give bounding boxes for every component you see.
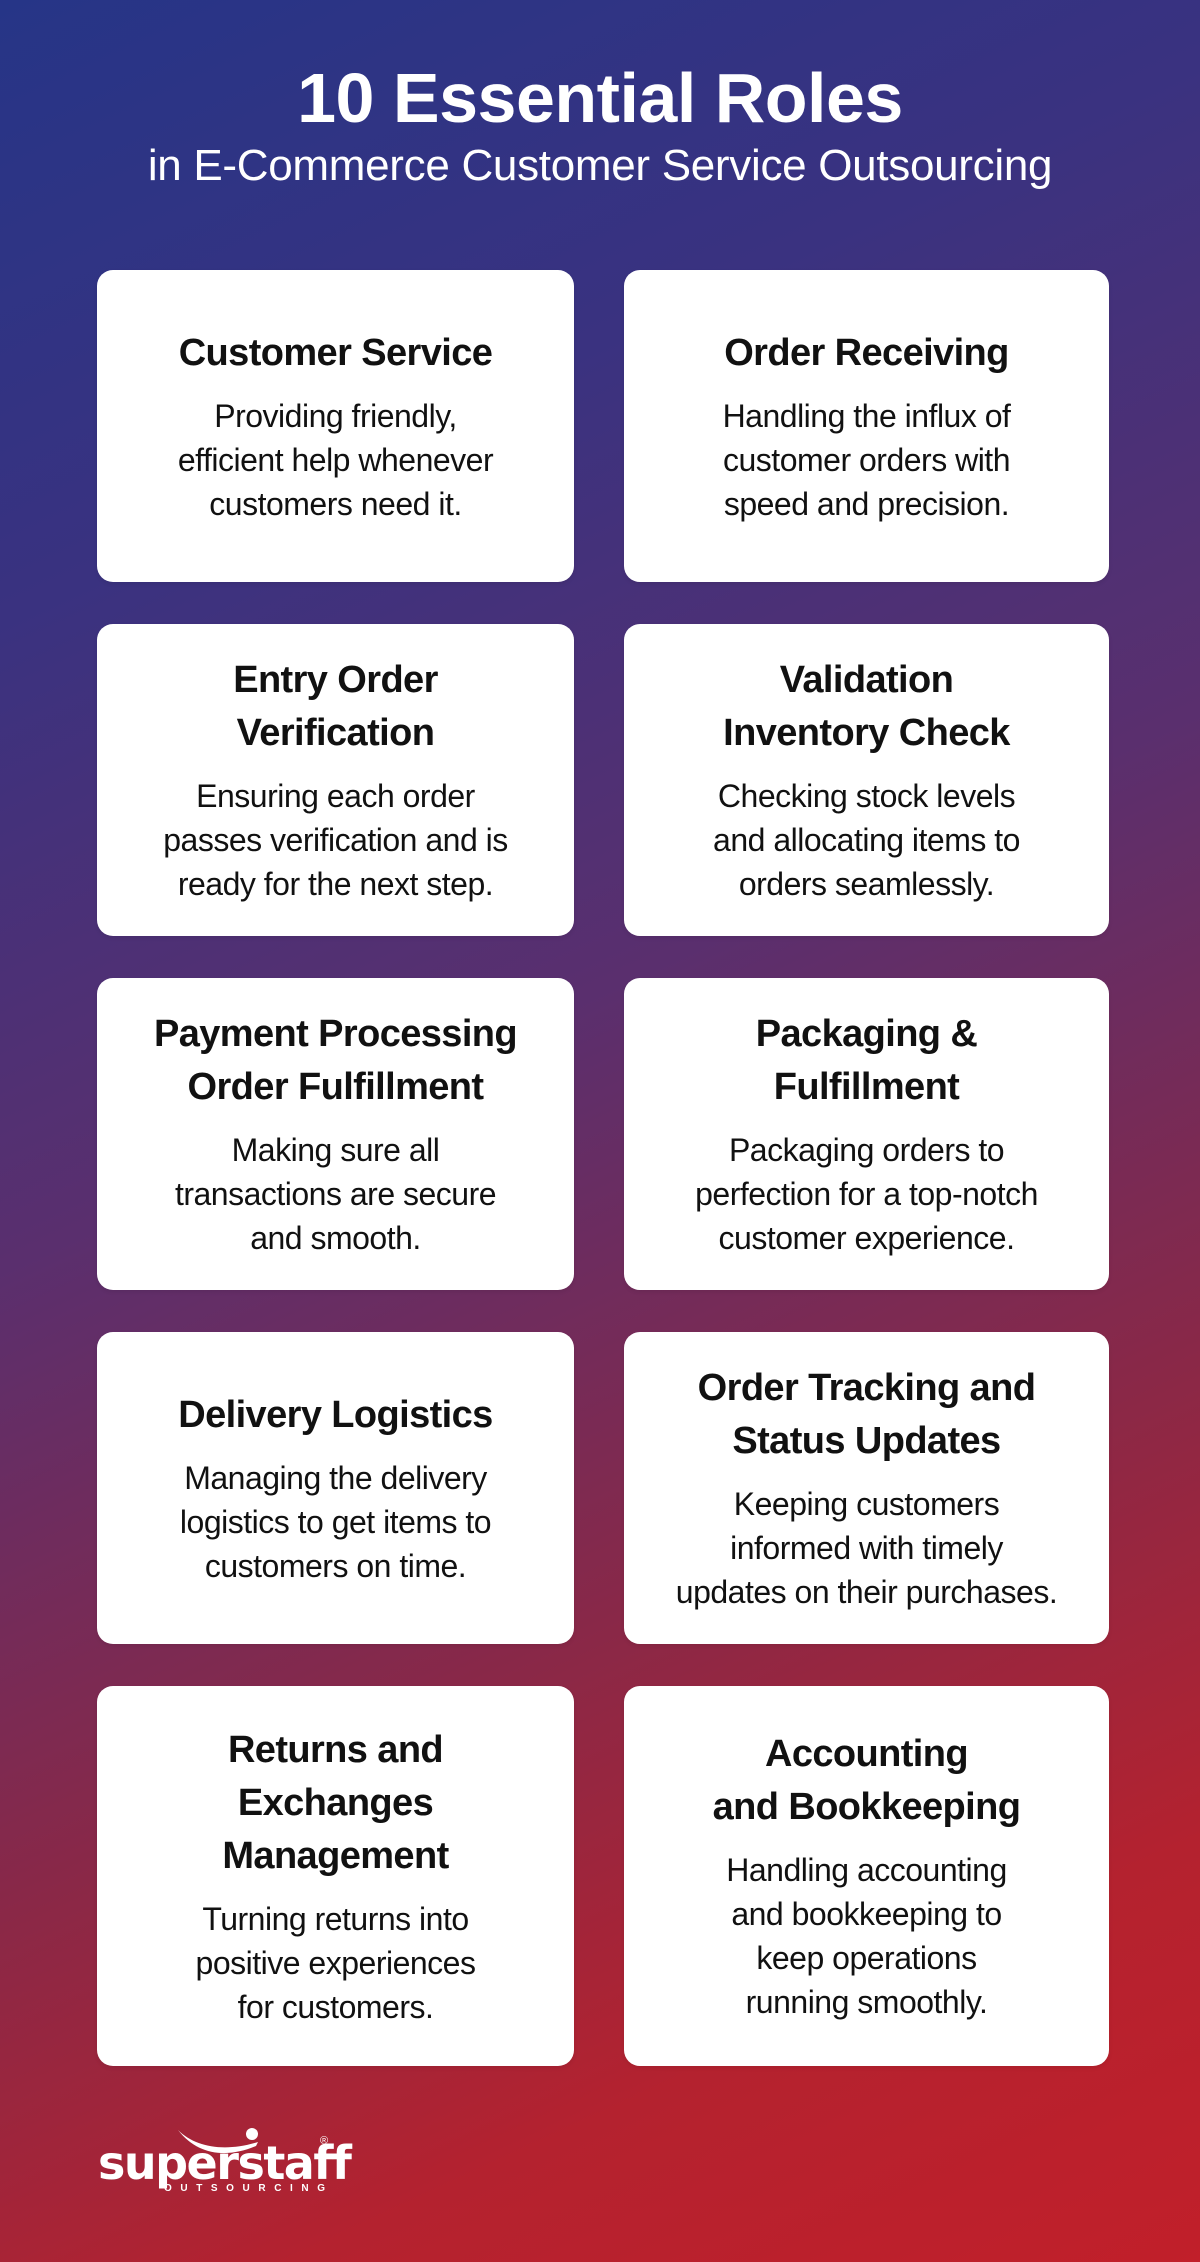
role-description-line: customer experience.	[718, 1220, 1015, 1256]
role-card: Returns and Exchanges Management Turning re…	[97, 1686, 574, 2066]
role-title-line: Delivery Logistics	[178, 1393, 493, 1436]
superstaff-logo: superstaff ® OUTSOURCING	[98, 2128, 352, 2196]
role-card: Accounting and Bookkeeping Handling accoun…	[624, 1686, 1109, 2066]
role-card: Validation Inventory Check Checking stock …	[624, 624, 1109, 936]
role-description-line: efficient help whenever	[177, 441, 494, 478]
role-description-line: Keeping customers	[733, 1486, 1000, 1522]
role-description-line: running smoothly.	[745, 1984, 988, 2020]
role-title-line: Order Receiving	[724, 331, 1009, 374]
role-title-line: Returns and	[227, 1728, 444, 1771]
role-card: Payment Processing Order Fulfillment Makin…	[97, 978, 574, 1290]
role-description-line: Managing the delivery	[184, 1459, 487, 1496]
role-description-line: informed with timely	[730, 1530, 1003, 1566]
role-title: Customer Service	[179, 327, 493, 380]
role-description-line: logistics to get items to	[179, 1503, 492, 1540]
page-subtitle: in E-Commerce Customer Service Outsourci…	[147, 141, 1053, 190]
role-card: Packaging & Fulfillment Packaging orders t…	[624, 978, 1109, 1290]
role-title: Validation Inventory Check	[723, 654, 1010, 760]
role-description-line: Handling accounting	[726, 1852, 1007, 1888]
role-title-line: Order Fulfillment	[187, 1066, 485, 1108]
role-description-line: perfection for a top-notch	[695, 1176, 1038, 1212]
role-title-line: Status Updates	[732, 1420, 1001, 1462]
role-description: Handling accounting and bookkeeping to kee…	[726, 1848, 1007, 2024]
role-description-line: positive experiences	[195, 1944, 476, 1981]
role-description-line: customer orders with	[723, 441, 1010, 478]
role-card: Order Tracking and Status Updates Keeping …	[624, 1332, 1109, 1644]
role-title: Accounting and Bookkeeping	[713, 1728, 1021, 1834]
logo-wordmark: superstaff	[98, 2136, 352, 2190]
role-title-line: Validation	[779, 659, 954, 701]
role-title-line: Management	[222, 1834, 449, 1877]
role-description-line: customers need it.	[209, 485, 462, 522]
registered-mark: ®	[320, 2135, 329, 2147]
role-title: Payment Processing Order Fulfillment	[153, 1008, 518, 1114]
role-description-line: passes verification and is	[163, 822, 508, 858]
role-description: Making sure all transactions are secure an…	[174, 1128, 497, 1260]
role-description-line: Packaging orders to	[728, 1132, 1005, 1168]
role-title: Entry Order Verification	[233, 654, 438, 760]
role-description-line: and smooth.	[250, 1220, 421, 1256]
role-title-line: and Bookkeeping	[712, 1786, 1021, 1828]
role-description-line: and bookkeeping to	[731, 1896, 1002, 1932]
role-title: Order Receiving	[724, 327, 1009, 380]
role-title: Delivery Logistics	[178, 1389, 493, 1442]
role-description-line: transactions are secure	[174, 1176, 497, 1212]
role-title-line: Packaging &	[755, 1013, 978, 1055]
role-title: Packaging & Fulfillment	[755, 1008, 978, 1114]
role-card: Order Receiving Handling the influx of cus…	[624, 270, 1109, 582]
role-description: Keeping customers informed with timely upd…	[675, 1482, 1058, 1614]
role-description: Handling the influx of customer orders wi…	[723, 394, 1011, 526]
role-description-line: speed and precision.	[723, 485, 1010, 522]
role-title: Returns and Exchanges Management	[222, 1724, 449, 1883]
role-description-line: Ensuring each order	[196, 778, 475, 814]
role-title-line: Accounting	[765, 1733, 969, 1775]
role-title-line: Customer Service	[178, 331, 493, 374]
role-description-line: Providing friendly,	[214, 397, 457, 434]
role-description-line: keep operations	[756, 1940, 977, 1976]
logo-tagline: OUTSOURCING	[164, 2183, 334, 2194]
role-description-line: Making sure all	[231, 1132, 440, 1168]
role-description-line: for customers.	[237, 1988, 434, 2025]
role-description-line: Checking stock levels	[717, 778, 1016, 814]
role-description: Packaging orders to perfection for a top-…	[695, 1128, 1038, 1260]
role-description: Providing friendly, efficient help whenev…	[177, 394, 494, 526]
role-card: Customer Service Providing friendly, effic…	[97, 270, 574, 582]
role-card: Entry Order Verification Ensuring each ord…	[97, 624, 574, 936]
role-title: Order Tracking and Status Updates	[698, 1362, 1036, 1468]
role-title-line: Fulfillment	[773, 1066, 960, 1108]
role-description-line: Handling the influx of	[722, 397, 1011, 434]
role-description: Checking stock levels and allocating item…	[713, 774, 1020, 906]
role-description-line: orders seamlessly.	[738, 866, 995, 902]
role-title-line: Exchanges	[237, 1781, 434, 1824]
role-description-line: updates on their purchases.	[675, 1574, 1058, 1610]
role-description-line: customers on time.	[204, 1547, 467, 1584]
role-title-line: Payment Processing	[153, 1013, 518, 1055]
role-card: Delivery Logistics Managing the delivery l…	[97, 1332, 574, 1644]
role-description-line: Turning returns into	[202, 1900, 469, 1937]
page-title: 10 Essential Roles	[297, 59, 903, 137]
role-description: Ensuring each order passes verification a…	[163, 774, 508, 906]
role-title-line: Inventory Check	[723, 712, 1010, 754]
role-description-line: and allocating items to	[713, 822, 1020, 858]
role-description: Managing the delivery logistics to get it…	[179, 1456, 492, 1588]
role-title-line: Entry Order	[233, 659, 438, 701]
role-description: Turning returns into positive experiences…	[196, 1897, 476, 2029]
role-title-line: Verification	[236, 712, 435, 754]
role-title-line: Order Tracking and	[697, 1367, 1036, 1409]
role-description-line: ready for the next step.	[177, 866, 494, 902]
